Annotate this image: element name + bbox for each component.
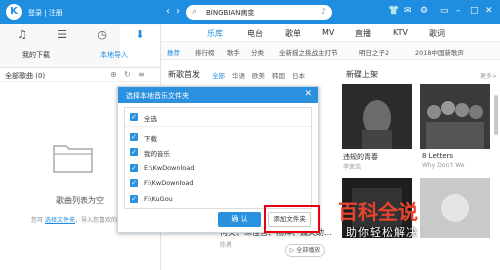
forward-arrow-icon[interactable]: › [176, 6, 180, 17]
tab-live[interactable]: 直播 [355, 28, 371, 39]
folder-label: F:\KwDownload [144, 179, 194, 187]
subtab-charts[interactable]: 排行榜 [195, 47, 215, 57]
close-icon[interactable]: ✕ [485, 6, 493, 16]
menu-icon[interactable]: ≡ [138, 70, 145, 79]
checkbox-checked-icon[interactable]: ✓ [130, 148, 138, 156]
all-songs-label[interactable]: 全部歌曲 (0) [5, 71, 45, 81]
tab-library[interactable]: 乐库 [207, 28, 223, 39]
tab-lyrics[interactable]: 歌词 [429, 28, 445, 39]
dialog-title: 选择本地音乐文件夹 [126, 92, 189, 100]
subtab-recommend[interactable]: 推荐 [167, 47, 180, 57]
song-list-header: 全部歌曲 (0) ⊕ ↻ ≡ [0, 68, 160, 82]
checkbox-checked-icon[interactable]: ✓ [130, 133, 138, 141]
list-divider [125, 126, 311, 127]
album-cover-1[interactable] [342, 84, 412, 149]
highlight-box [264, 205, 320, 233]
checkbox-checked-icon[interactable]: ✓ [130, 113, 138, 121]
album-cover-2[interactable] [420, 84, 490, 149]
minimize-icon[interactable]: – [456, 6, 461, 16]
back-arrow-icon[interactable]: ‹ [166, 6, 170, 17]
tab-my-music[interactable]: ♫ [2, 26, 42, 66]
play-all-icon: ▷ [289, 247, 295, 254]
lang-tab-japanese[interactable]: 日本 [292, 70, 305, 80]
search-text: BINGBIAN病变 [206, 9, 255, 17]
watermark-subtitle: 助你轻松解决 [346, 226, 418, 239]
local-import-tab[interactable]: 本地导入 [100, 50, 128, 60]
left-tabs: ♫ ☰ ◷ ⬇ 我的下载 本地导入 [0, 24, 160, 68]
album-1-artist[interactable]: 李荣浩 [343, 162, 361, 171]
mini-mode-icon[interactable]: ▭ [440, 6, 449, 16]
subtab-promo-1[interactable]: 全新摇之挑战主打节 [279, 47, 338, 57]
login-register-link[interactable]: 登录 | 注册 [28, 8, 63, 18]
folder-label: 下载 [144, 135, 157, 143]
subtab-artists[interactable]: 歌手 [227, 47, 240, 57]
tab-favorites[interactable]: ☰ [42, 26, 82, 66]
add-icon[interactable]: ⊕ [110, 70, 117, 79]
select-folder-link[interactable]: 选择文件夹 [45, 217, 75, 224]
confirm-button[interactable]: 确 认 [218, 212, 261, 227]
folder-label: F:\KuGou [144, 195, 173, 203]
skin-icon[interactable]: 👕 [388, 6, 399, 16]
scrollbar[interactable] [494, 95, 498, 135]
dialog-title-bar: 选择本地音乐文件夹 ✕ [118, 87, 318, 103]
new-songs-title[interactable]: 新歌首发 [168, 69, 200, 80]
checkbox-checked-icon[interactable]: ✓ [130, 164, 138, 172]
checkbox-checked-icon[interactable]: ✓ [130, 179, 138, 187]
list-icon: ☰ [57, 28, 67, 41]
folder-label: E:\KwDownload [144, 164, 195, 172]
sub-nav: 推荐 排行榜 歌手 分类 全新摇之挑战主打节 明日之子2 2018中国新歌声 [161, 42, 500, 60]
search-icon: ⌕ [192, 7, 198, 17]
watermark-title: 百科全说 [338, 200, 418, 224]
folder-label: 我的音乐 [144, 150, 170, 158]
tab-recent[interactable]: ◷ [82, 26, 122, 66]
clock-icon: ◷ [97, 28, 107, 41]
refresh-icon[interactable]: ↻ [124, 70, 131, 79]
tab-download[interactable]: ⬇ [120, 26, 160, 66]
empty-folder-icon [53, 145, 93, 173]
lang-tab-korean[interactable]: 韩国 [272, 70, 285, 80]
album-2-title[interactable]: 8 Letters [422, 152, 453, 160]
microphone-icon[interactable]: ♪ [321, 7, 326, 16]
subtab-promo-3[interactable]: 2018中国新歌声 [415, 47, 464, 57]
play-all-label: 全部播放 [296, 247, 321, 254]
tab-radio[interactable]: 电台 [247, 28, 263, 39]
select-all-label: 全选 [144, 115, 157, 123]
download-icon: ⬇ [135, 28, 145, 41]
top-bar: K 登录 | 注册 ‹ › ⌕ BINGBIAN病变 ♪ 👕 ✉ ⚙ ▭ – □… [0, 0, 500, 24]
search-input[interactable]: ⌕ BINGBIAN病变 ♪ [186, 5, 332, 20]
lang-tab-chinese[interactable]: 华语 [232, 70, 245, 80]
my-download-tab[interactable]: 我的下载 [22, 50, 50, 60]
album-2-artist[interactable]: Why Don't We [422, 162, 464, 169]
tab-mv[interactable]: MV [322, 28, 334, 37]
mail-icon[interactable]: ✉ [404, 6, 412, 16]
dialog-close-icon[interactable]: ✕ [304, 89, 312, 99]
lang-tab-western[interactable]: 欧美 [252, 70, 265, 80]
new-albums-title[interactable]: 新碟上架 [346, 69, 378, 80]
checkbox-checked-icon[interactable]: ✓ [130, 195, 138, 203]
subtab-categories[interactable]: 分类 [251, 47, 264, 57]
bottom-song-artist[interactable]: 陈勇 [220, 240, 232, 249]
music-note-icon: ♫ [17, 28, 27, 41]
more-link[interactable]: 更多> [480, 71, 497, 80]
tab-ktv[interactable]: KTV [393, 28, 408, 37]
tab-playlists[interactable]: 歌单 [285, 28, 301, 39]
app-logo-icon[interactable]: K [6, 4, 22, 20]
watermark: 百科全说 助你轻松解决 [338, 196, 488, 244]
hint-prefix: 您可 [31, 217, 44, 224]
subtab-promo-2[interactable]: 明日之子2 [359, 47, 389, 57]
settings-icon[interactable]: ⚙ [420, 6, 428, 16]
album-1-title[interactable]: 违规的青春 [343, 152, 378, 162]
lang-tab-all[interactable]: 全部 [212, 70, 225, 80]
maximize-icon[interactable]: □ [470, 6, 479, 16]
folder-list: ✓ 全选 ✓ 下载 ✓ 我的音乐 ✓ E:\KwDownload ✓ F:\Kw… [124, 107, 312, 209]
main-nav: 乐库 电台 歌单 MV 直播 KTV 歌词 [161, 24, 500, 42]
play-all-button[interactable]: ▷ 全部播放 [285, 244, 325, 257]
